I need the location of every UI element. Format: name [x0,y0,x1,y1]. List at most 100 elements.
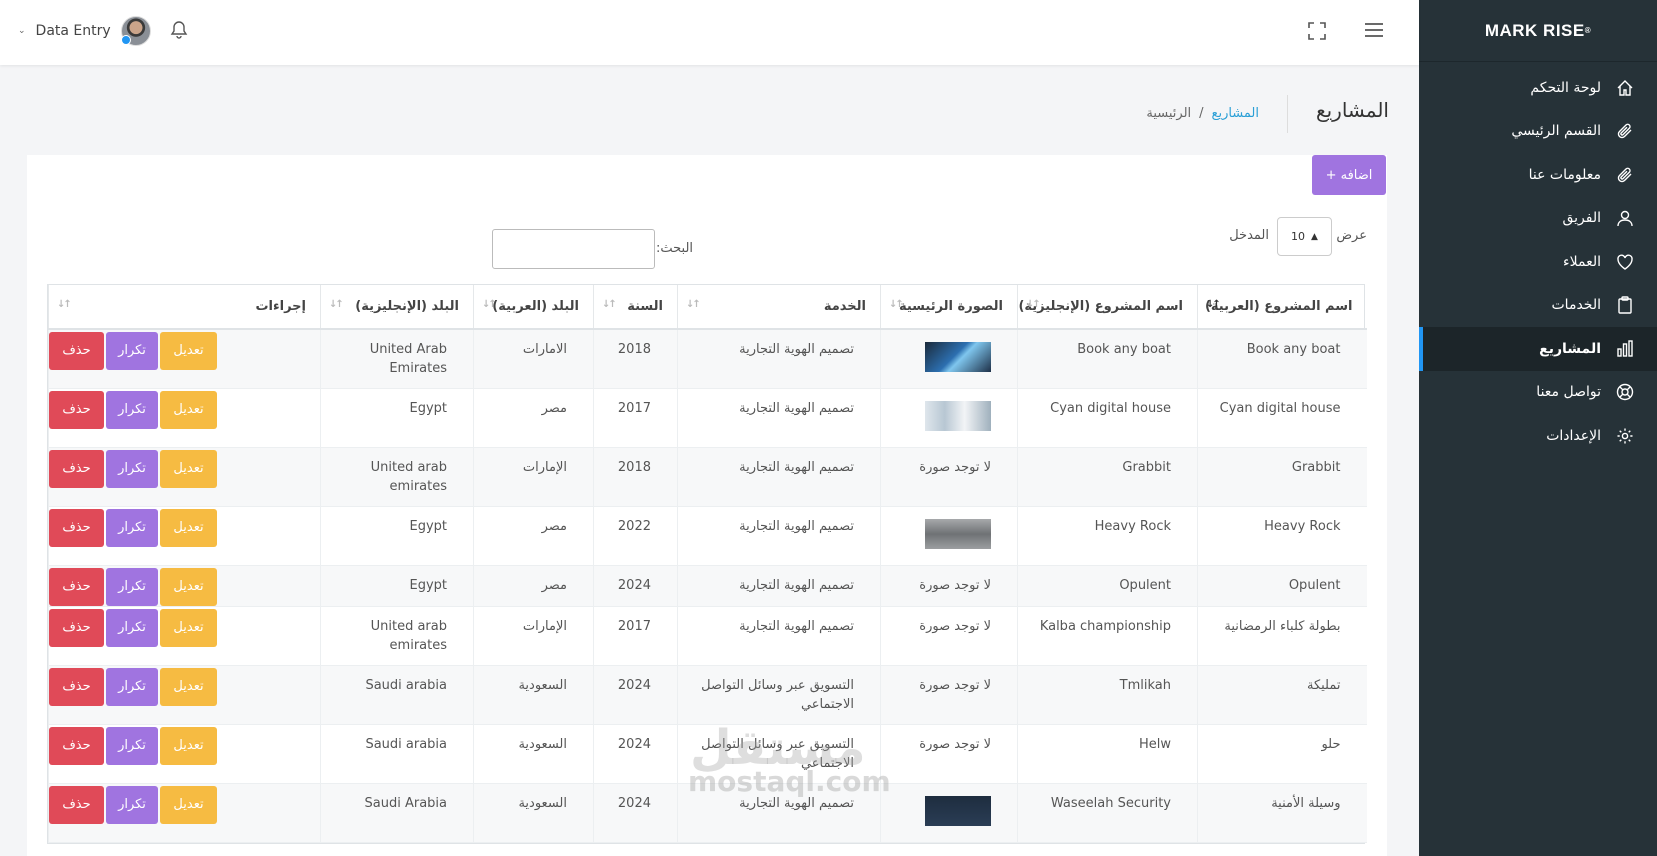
sidebar-item-label: الخدمات [1551,297,1602,314]
delete-button[interactable]: حذف [49,509,104,547]
cell-country-ar: مصر [473,388,594,448]
add-project-button[interactable]: اضافه + [1312,155,1386,195]
column-header[interactable]: الخدمة ↑↓ [677,285,881,330]
duplicate-button[interactable]: تكرار [106,568,158,606]
duplicate-button[interactable]: تكرار [106,332,158,370]
breadcrumb-home[interactable]: الرئيسية [1146,106,1191,121]
cell-year: 2017 [593,388,678,448]
column-header[interactable]: إجراءات ↑↓ [48,285,321,330]
country-en-text: Egypt [409,519,447,534]
delete-button[interactable]: حذف [49,391,104,429]
sort-icon: ↑↓ [329,299,344,310]
cell-country-en: Saudi Arabia [320,783,474,843]
sidebar-item[interactable]: القسم الرئيسي [1419,110,1657,154]
column-header-label: اسم المشروع (العربية) [1204,299,1353,314]
edit-button[interactable]: تعديل [160,786,217,824]
avatar[interactable] [120,16,151,46]
sidebar-item[interactable]: العملاء [1419,240,1657,284]
cell-image: لا توجد صورة [880,447,1018,507]
edit-button[interactable]: تعديل [160,609,217,647]
brand-logo[interactable]: MARK RISE ® [1419,0,1657,62]
edit-button[interactable]: تعديل [160,391,217,429]
project-name-en: Helw [1138,737,1171,752]
delete-button[interactable]: حذف [49,332,104,370]
project-name-ar: وسيلة الأمنية [1271,796,1341,811]
column-header[interactable]: البلد (الإنجليزية) ↑↓ [320,285,474,330]
duplicate-button[interactable]: تكرار [106,609,158,647]
column-header[interactable]: الصورة الرئيسية ↑↓ [880,285,1018,330]
duplicate-button[interactable]: تكرار [106,509,158,547]
project-name-ar: بطولة كلباء الرمضانية [1224,619,1341,634]
column-header[interactable]: اسم المشروع (العربية) ↑↓ [1197,285,1367,330]
cell-actions: حذف تكرار تعديل [48,724,321,784]
country-en-text: United arab emirates [370,460,447,494]
edit-button[interactable]: تعديل [160,450,217,488]
cell-year: 2022 [593,506,678,566]
cell-year: 2024 [593,724,678,784]
cell-country-ar: الامارات [473,329,594,389]
fullscreen-icon[interactable] [1308,22,1326,44]
sidebar-item[interactable]: الفريق [1419,197,1657,241]
delete-button[interactable]: حذف [49,786,104,824]
delete-button[interactable]: حذف [49,450,104,488]
project-thumbnail[interactable] [925,519,991,549]
edit-button[interactable]: تعديل [160,668,217,706]
delete-button[interactable]: حذف [49,727,104,765]
cell-name-ar: بطولة كلباء الرمضانية [1197,606,1367,666]
duplicate-button[interactable]: تكرار [106,727,158,765]
edit-button[interactable]: تعديل [160,332,217,370]
country-en-text: United arab emirates [370,619,447,653]
cell-image: لا توجد صورة [880,665,1018,725]
cell-service: تصميم الهوية التجارية [677,783,881,843]
bell-icon[interactable] [170,20,188,44]
delete-button[interactable]: حذف [49,609,104,647]
duplicate-button[interactable]: تكرار [106,786,158,824]
project-thumbnail[interactable] [925,796,991,826]
edit-button[interactable]: تعديل [160,727,217,765]
project-thumbnail[interactable] [925,401,991,431]
column-header[interactable]: البلد (العربية) ↑↓ [473,285,594,330]
edit-button[interactable]: تعديل [160,568,217,606]
duplicate-button[interactable]: تكرار [106,668,158,706]
delete-button[interactable]: حذف [49,668,104,706]
year-text: 2024 [617,737,651,752]
cell-actions: حذف تكرار تعديل [48,565,321,607]
cell-name-en: Helw [1017,724,1198,784]
user-menu[interactable]: ⌄ Data Entry [18,16,151,46]
cell-name-en: Tmlikah [1017,665,1198,725]
sidebar-item[interactable]: المشاريع [1419,327,1657,371]
delete-button[interactable]: حذف [49,568,104,606]
cell-name-ar: Opulent [1197,565,1367,607]
project-name-ar: Cyan digital house [1219,401,1341,416]
select-arrows-icon: ▲ [1311,231,1318,242]
sidebar-item[interactable]: الإعدادات [1419,414,1657,458]
sidebar-item[interactable]: معلومات عنا [1419,153,1657,197]
edit-button[interactable]: تعديل [160,509,217,547]
service-text: التسويق عبر وسائل التواصل الاجتماعي [701,737,854,771]
column-header[interactable]: اسم المشروع (الإنجليزية) ↑↓ [1017,285,1198,330]
sidebar-item[interactable]: تواصل معنا [1419,371,1657,415]
column-header[interactable]: السنة ↑↓ [593,285,678,330]
sidebar-item-label: الفريق [1562,210,1601,227]
cell-country-ar: مصر [473,565,594,607]
breadcrumb-current[interactable]: المشاريع [1212,106,1259,121]
breadcrumb: المشاريع / الرئيسية [1146,106,1259,121]
cell-name-ar: Cyan digital house [1197,388,1367,448]
lifebuoy-icon [1615,382,1635,402]
country-ar-text: مصر [541,401,567,416]
cell-service: تصميم الهوية التجارية [677,329,881,389]
cell-name-en: Cyan digital house [1017,388,1198,448]
service-text: تصميم الهوية التجارية [739,578,854,593]
hamburger-menu-icon[interactable] [1364,22,1384,42]
project-thumbnail[interactable] [925,342,991,372]
sidebar-item[interactable]: الخدمات [1419,284,1657,328]
project-name-en: Grabbit [1122,460,1171,475]
page-length-select[interactable]: 10 ▲ [1277,217,1332,256]
duplicate-button[interactable]: تكرار [106,391,158,429]
duplicate-button[interactable]: تكرار [106,450,158,488]
cell-country-en: Egypt [320,388,474,448]
country-ar-text: مصر [541,578,567,593]
project-name-en: Heavy Rock [1094,519,1171,534]
search-input[interactable] [492,229,655,269]
sidebar-item[interactable]: لوحة التحكم [1419,66,1657,110]
